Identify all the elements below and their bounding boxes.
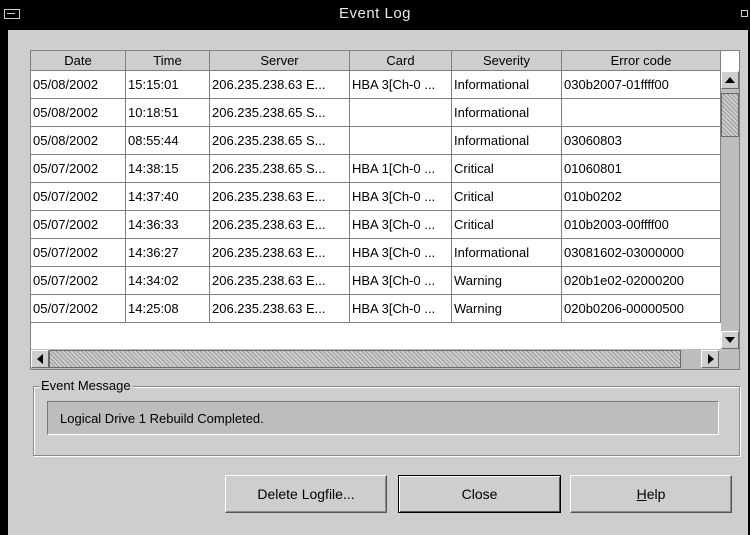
column-header-card[interactable]: Card xyxy=(350,51,452,71)
column-header-severity[interactable]: Severity xyxy=(452,51,562,71)
cell-server: 206.235.238.63 E... xyxy=(210,71,350,99)
cell-time: 08:55:44 xyxy=(126,127,210,155)
scroll-right-button[interactable] xyxy=(701,350,719,368)
help-mnemonic: H xyxy=(636,486,647,502)
cell-time: 10:18:51 xyxy=(126,99,210,127)
cell-date: 05/07/2002 xyxy=(31,155,126,183)
table-row[interactable]: 05/08/2002 15:15:01 206.235.238.63 E... HBA… xyxy=(31,71,721,99)
cell-card: HBA 3[Ch-0 ... xyxy=(350,239,452,267)
cell-server: 206.235.238.65 S... xyxy=(210,155,350,183)
cell-severity: Warning xyxy=(452,295,562,323)
cell-date: 05/08/2002 xyxy=(31,99,126,127)
cell-error-code: 010b0202 xyxy=(562,183,721,211)
cell-server: 206.235.238.65 S... xyxy=(210,127,350,155)
cell-server: 206.235.238.63 E... xyxy=(210,295,350,323)
table-row[interactable]: 05/07/2002 14:25:08 206.235.238.63 E... HBA… xyxy=(31,295,721,323)
table-row[interactable]: 05/07/2002 14:36:27 206.235.238.63 E... HBA… xyxy=(31,239,721,267)
arrow-left-icon xyxy=(37,354,43,364)
cell-severity: Critical xyxy=(452,155,562,183)
cell-card xyxy=(350,99,452,127)
cell-error-code: 03081602-03000000 xyxy=(562,239,721,267)
arrow-right-icon xyxy=(708,354,714,364)
cell-severity: Informational xyxy=(452,99,562,127)
cell-time: 14:36:27 xyxy=(126,239,210,267)
help-label: elp xyxy=(646,486,666,502)
event-message-label: Event Message xyxy=(39,378,133,393)
cell-server: 206.235.238.63 E... xyxy=(210,183,350,211)
table-row[interactable]: 05/07/2002 14:36:33 206.235.238.63 E... HBA… xyxy=(31,211,721,239)
scroll-down-button[interactable] xyxy=(721,331,739,349)
table-row[interactable]: 05/07/2002 14:38:15 206.235.238.65 S... HBA… xyxy=(31,155,721,183)
vertical-scroll-thumb[interactable] xyxy=(721,93,739,137)
cell-error-code: 030b2007-01ffff00 xyxy=(562,71,721,99)
cell-date: 05/07/2002 xyxy=(31,295,126,323)
cell-card: HBA 3[Ch-0 ... xyxy=(350,295,452,323)
cell-time: 14:37:40 xyxy=(126,183,210,211)
cell-card: HBA 3[Ch-0 ... xyxy=(350,183,452,211)
window-title: Event Log xyxy=(338,5,412,22)
cell-card xyxy=(350,127,452,155)
cell-time: 15:15:01 xyxy=(126,71,210,99)
column-header-error-code[interactable]: Error code xyxy=(562,51,721,71)
cell-date: 05/08/2002 xyxy=(31,127,126,155)
cell-server: 206.235.238.65 S... xyxy=(210,99,350,127)
event-table: Date Time Server Card Severity Error cod… xyxy=(30,50,740,370)
cell-date: 05/07/2002 xyxy=(31,183,126,211)
cell-error-code: 010b2003-00ffff00 xyxy=(562,211,721,239)
cell-error-code: 020b0206-00000500 xyxy=(562,295,721,323)
cell-error-code: 020b1e02-02000200 xyxy=(562,267,721,295)
delete-logfile-button[interactable]: Delete Logfile... xyxy=(225,475,387,513)
cell-time: 14:36:33 xyxy=(126,211,210,239)
cell-severity: Informational xyxy=(452,71,562,99)
cell-time: 14:38:15 xyxy=(126,155,210,183)
cell-date: 05/08/2002 xyxy=(31,71,126,99)
cell-severity: Critical xyxy=(452,183,562,211)
cell-server: 206.235.238.63 E... xyxy=(210,211,350,239)
restore-icon[interactable] xyxy=(741,10,748,17)
title-bar: Event Log xyxy=(0,0,750,30)
table-header: Date Time Server Card Severity Error cod… xyxy=(31,51,721,71)
cell-card: HBA 3[Ch-0 ... xyxy=(350,71,452,99)
table-body: 05/08/2002 15:15:01 206.235.238.63 E... HBA… xyxy=(31,71,721,349)
cell-severity: Critical xyxy=(452,211,562,239)
cell-severity: Informational xyxy=(452,239,562,267)
close-button[interactable]: Close xyxy=(398,475,561,513)
help-button[interactable]: Help xyxy=(570,475,732,513)
cell-card: HBA 3[Ch-0 ... xyxy=(350,211,452,239)
table-row[interactable]: 05/07/2002 14:37:40 206.235.238.63 E... HBA… xyxy=(31,183,721,211)
scroll-left-button[interactable] xyxy=(31,350,49,368)
table-row[interactable]: 05/07/2002 14:34:02 206.235.238.63 E... HBA… xyxy=(31,267,721,295)
column-header-server[interactable]: Server xyxy=(210,51,350,71)
cell-severity: Informational xyxy=(452,127,562,155)
cell-server: 206.235.238.63 E... xyxy=(210,239,350,267)
scroll-up-button[interactable] xyxy=(721,71,739,89)
table-row[interactable]: 05/08/2002 10:18:51 206.235.238.65 S... Inf… xyxy=(31,99,721,127)
dialog-body: Date Time Server Card Severity Error cod… xyxy=(8,30,748,535)
cell-time: 14:34:02 xyxy=(126,267,210,295)
cell-severity: Warning xyxy=(452,267,562,295)
cell-error-code: 03060803 xyxy=(562,127,721,155)
cell-error-code: 01060801 xyxy=(562,155,721,183)
vertical-scrollbar[interactable] xyxy=(721,71,739,349)
cell-error-code xyxy=(562,99,721,127)
cell-time: 14:25:08 xyxy=(126,295,210,323)
table-row[interactable]: 05/08/2002 08:55:44 206.235.238.65 S... Inf… xyxy=(31,127,721,155)
event-message-group: Event Message Logical Drive 1 Rebuild Co… xyxy=(33,378,740,456)
column-header-date[interactable]: Date xyxy=(31,51,126,71)
horizontal-scrollbar[interactable] xyxy=(31,349,739,369)
cell-date: 05/07/2002 xyxy=(31,267,126,295)
arrow-up-icon xyxy=(725,77,735,83)
event-log-window: Event Log Date Time Server Card Severity… xyxy=(0,0,750,535)
cell-card: HBA 1[Ch-0 ... xyxy=(350,155,452,183)
event-message-field: Logical Drive 1 Rebuild Completed. xyxy=(47,401,719,435)
cell-card: HBA 3[Ch-0 ... xyxy=(350,267,452,295)
column-header-time[interactable]: Time xyxy=(126,51,210,71)
cell-date: 05/07/2002 xyxy=(31,239,126,267)
cell-date: 05/07/2002 xyxy=(31,211,126,239)
arrow-down-icon xyxy=(725,337,735,343)
cell-server: 206.235.238.63 E... xyxy=(210,267,350,295)
horizontal-scroll-thumb[interactable] xyxy=(49,350,681,368)
